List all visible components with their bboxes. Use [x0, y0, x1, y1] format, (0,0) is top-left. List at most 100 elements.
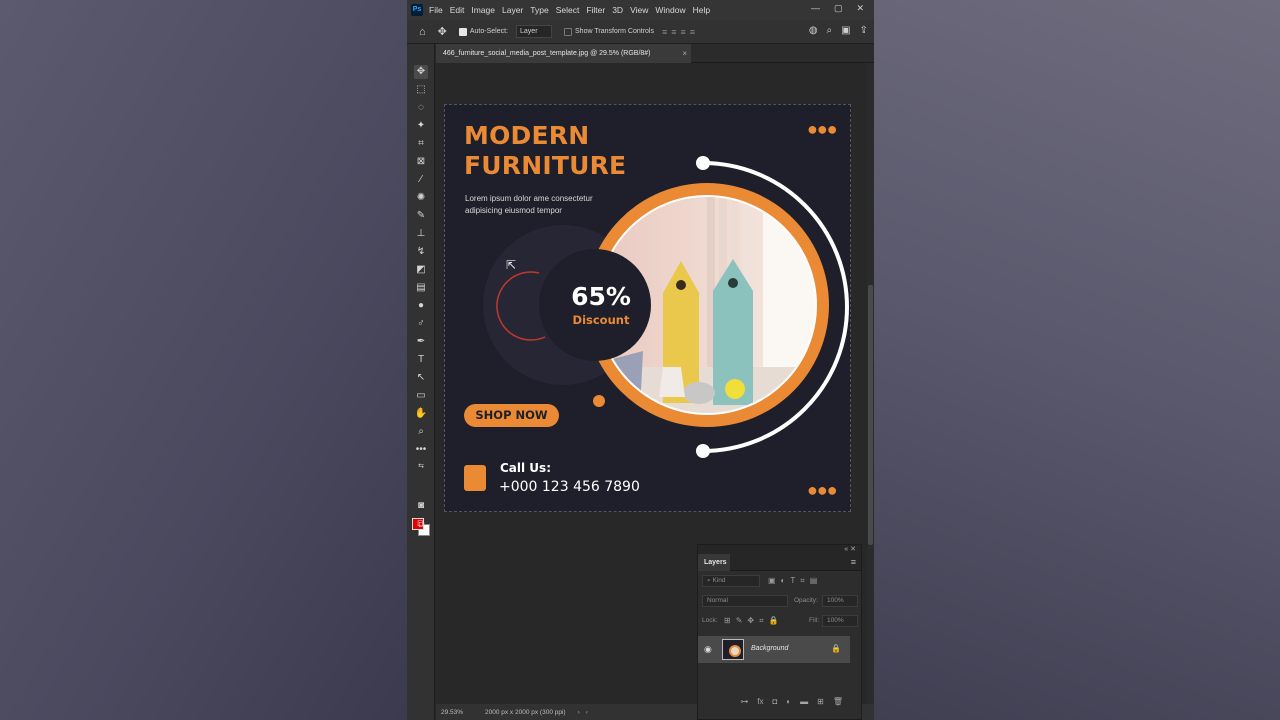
search-icon[interactable]: ⌕ — [827, 25, 833, 36]
delete-layer-icon[interactable]: 🗑 — [833, 697, 843, 706]
home-icon[interactable]: ⌂ — [419, 26, 426, 38]
swap-colors-icon[interactable]: ⇆ — [414, 460, 428, 474]
move-tool-icon[interactable]: ✥ — [438, 25, 447, 38]
menu-edit[interactable]: Edit — [450, 5, 465, 15]
lock-label: Lock: — [702, 617, 718, 624]
gradient-tool-icon[interactable]: ▤ — [414, 281, 428, 295]
visibility-eye-icon[interactable]: ◉ — [704, 644, 712, 655]
transform-controls-checkbox[interactable] — [564, 27, 573, 36]
zoom-tool-icon[interactable]: ⌕ — [414, 425, 428, 439]
document-tab[interactable]: 466_furniture_social_media_post_template… — [436, 44, 691, 63]
auto-select-checkbox[interactable] — [458, 27, 467, 36]
quick-mask-icon[interactable]: ◙ — [414, 499, 428, 513]
transform-controls-label: Show Transform Controls — [575, 28, 654, 35]
stamp-tool-icon[interactable]: ⊥ — [414, 227, 428, 241]
path-selection-icon[interactable]: ↖ — [414, 371, 428, 385]
vertical-scrollbar[interactable] — [867, 63, 874, 704]
magic-wand-icon[interactable]: ✦ — [414, 119, 428, 133]
accent-dot — [593, 395, 605, 407]
phone-icon — [464, 465, 486, 491]
frame-tool-icon[interactable]: ⊠ — [414, 155, 428, 169]
menu-file[interactable]: File — [429, 5, 443, 15]
menu-layer[interactable]: Layer — [502, 5, 523, 15]
menu-view[interactable]: View — [630, 5, 648, 15]
zoom-level[interactable]: 29.53% — [441, 709, 481, 716]
filter-icons[interactable]: ▣◐T⌗▤ — [768, 576, 822, 586]
menu-type[interactable]: Type — [530, 5, 548, 15]
layer-thumbnail — [722, 639, 744, 660]
headline-line1: MODERN — [464, 121, 590, 150]
adjustment-layer-icon[interactable]: ◐ — [786, 697, 791, 706]
menu-3d[interactable]: 3D — [612, 5, 623, 15]
history-brush-icon[interactable]: ↯ — [414, 245, 428, 259]
window-controls: — ▢ ✕ — [811, 3, 864, 14]
rectangle-tool-icon[interactable]: ▭ — [414, 389, 428, 403]
blur-tool-icon[interactable]: ● — [414, 299, 428, 313]
filter-kind-select[interactable]: ⌕ Kind — [702, 575, 760, 587]
add-mask-icon[interactable]: ◘ — [772, 697, 777, 706]
close-button[interactable]: ✕ — [856, 3, 864, 14]
lasso-tool-icon[interactable]: ◌ — [414, 101, 428, 115]
menu-window[interactable]: Window — [655, 5, 685, 15]
hand-tool-icon[interactable]: ✋ — [414, 407, 428, 421]
workspace-icon[interactable]: ▣ — [841, 25, 850, 36]
opacity-input[interactable]: 100% — [822, 595, 858, 607]
eyedropper-icon[interactable]: ⁄ — [414, 173, 428, 187]
scroll-left-icon[interactable]: ‹ — [586, 709, 588, 716]
share-icon[interactable]: ⇪ — [860, 25, 868, 36]
call-label: Call Us: — [500, 461, 551, 475]
app-logo: Ps — [411, 4, 423, 16]
lock-icons[interactable]: ⊞✎✥⌗🔒 — [724, 616, 784, 626]
mouse-cursor-icon: ⇱ — [506, 258, 517, 272]
brush-tool-icon[interactable]: ✎ — [414, 209, 428, 223]
type-tool-icon[interactable]: T — [414, 353, 428, 367]
layer-lock-icon[interactable]: 🔒 — [831, 644, 841, 653]
options-bar: ⌂ ✥ Auto-Select: Layer Show Transform Co… — [407, 20, 874, 44]
dots-top: ●●● — [807, 119, 838, 139]
artwork-canvas[interactable]: MODERN FURNITURE Lorem ipsum dolor ame c… — [444, 104, 851, 512]
tools-panel: ✥ ⬚ ◌ ✦ ⌗ ⊠ ⁄ ✺ ✎ ⊥ ↯ ◩ ▤ ● ♂ ✒ T ↖ ▭ ✋ … — [407, 44, 435, 720]
headline-line2: FURNITURE — [464, 151, 627, 180]
move-tool-icon[interactable]: ✥ — [414, 65, 428, 79]
eraser-tool-icon[interactable]: ◩ — [414, 263, 428, 277]
menu-filter[interactable]: Filter — [586, 5, 605, 15]
pen-tool-icon[interactable]: ✒ — [414, 335, 428, 349]
healing-brush-icon[interactable]: ✺ — [414, 191, 428, 205]
maximize-button[interactable]: ▢ — [834, 3, 843, 14]
blend-mode-select[interactable]: Normal — [702, 595, 788, 607]
menu-help[interactable]: Help — [693, 5, 710, 15]
layers-tab[interactable]: Layers — [698, 554, 730, 571]
collapse-panel-icon[interactable]: « ✕ — [844, 545, 856, 553]
call-number: +000 123 456 7890 — [499, 479, 640, 495]
discount-value: 65% — [571, 282, 631, 311]
new-group-icon[interactable]: ▬ — [800, 697, 808, 706]
link-layers-icon[interactable]: ⊶ — [740, 697, 748, 706]
crop-tool-icon[interactable]: ⌗ — [414, 137, 428, 151]
layer-row-background[interactable]: ◉ Background 🔒 — [698, 636, 850, 663]
screen-mode-icon[interactable]: ⧉ — [414, 518, 428, 532]
layers-tab-bar: Layers ≡ — [698, 554, 861, 571]
discount-label: Discount — [572, 313, 630, 327]
blend-row: Normal Opacity: 100% — [698, 591, 861, 611]
menu-select[interactable]: Select — [556, 5, 580, 15]
panel-menu-icon[interactable]: ≡ — [851, 557, 856, 567]
marquee-tool-icon[interactable]: ⬚ — [414, 83, 428, 97]
3d-mode-icon[interactable]: ◍ — [809, 25, 818, 36]
close-tab-icon[interactable]: × — [682, 44, 687, 63]
headline: MODERN FURNITURE — [464, 121, 626, 181]
auto-select-dropdown[interactable]: Layer — [516, 25, 553, 38]
new-layer-icon[interactable]: ⊞ — [817, 697, 824, 706]
dodge-tool-icon[interactable]: ♂ — [414, 317, 428, 331]
arc-dot-top — [696, 156, 710, 170]
arc-dot-bottom — [696, 444, 710, 458]
layer-name[interactable]: Background — [751, 645, 788, 652]
fx-icon[interactable]: fx — [757, 697, 763, 706]
more-tools-icon[interactable]: ••• — [414, 443, 428, 457]
status-arrow-icon[interactable]: › — [578, 709, 580, 716]
scroll-thumb[interactable] — [868, 285, 873, 545]
minimize-button[interactable]: — — [811, 3, 820, 14]
fill-input[interactable]: 100% — [822, 615, 858, 627]
menu-image[interactable]: Image — [471, 5, 495, 15]
auto-select-label: Auto-Select: — [469, 28, 509, 35]
align-icons[interactable]: ≡≡≡≡ — [662, 27, 699, 37]
